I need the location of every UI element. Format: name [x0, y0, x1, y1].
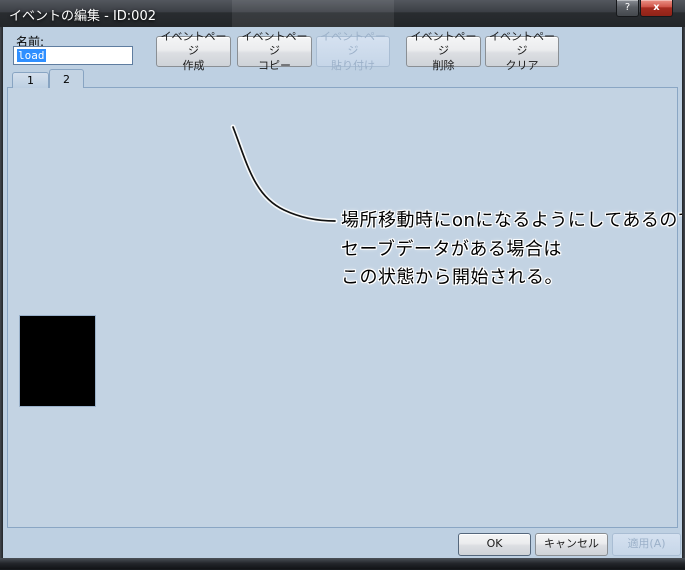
window-title: イベントの編集 - ID:002: [9, 9, 156, 24]
help-button[interactable]: ?: [616, 0, 639, 17]
apply-button: 適用(A): [612, 533, 681, 556]
window-border-left: [0, 27, 3, 558]
event-editor-dialog: イベントの編集 - ID:002 ? x 名前: load イベントページ 作成…: [0, 0, 685, 570]
tab-page-2[interactable]: 2: [49, 69, 84, 88]
name-input[interactable]: load: [13, 46, 133, 65]
tab-page-1[interactable]: 1: [12, 72, 49, 88]
close-button[interactable]: x: [640, 0, 673, 17]
title-bar[interactable]: イベントの編集 - ID:002 ? x: [0, 0, 685, 27]
tab-page-panel: [7, 87, 678, 528]
graphic-preview[interactable]: [19, 315, 96, 407]
clear-event-page-button[interactable]: イベントページ クリア: [485, 30, 559, 72]
paste-event-page-button: イベントページ 貼り付け: [316, 30, 390, 72]
ok-button[interactable]: OK: [458, 533, 531, 556]
create-event-page-button[interactable]: イベントページ 作成: [156, 30, 231, 72]
delete-event-page-button[interactable]: イベントページ 削除: [406, 30, 481, 72]
titlebar-glass-highlight: [232, 0, 394, 27]
help-icon: ?: [624, 2, 631, 13]
window-border-bottom: [0, 558, 685, 570]
cancel-button[interactable]: キャンセル: [535, 533, 608, 556]
name-value-selection: load: [17, 49, 46, 62]
copy-event-page-button[interactable]: イベントページ コピー: [237, 30, 312, 72]
close-icon: x: [653, 2, 660, 13]
